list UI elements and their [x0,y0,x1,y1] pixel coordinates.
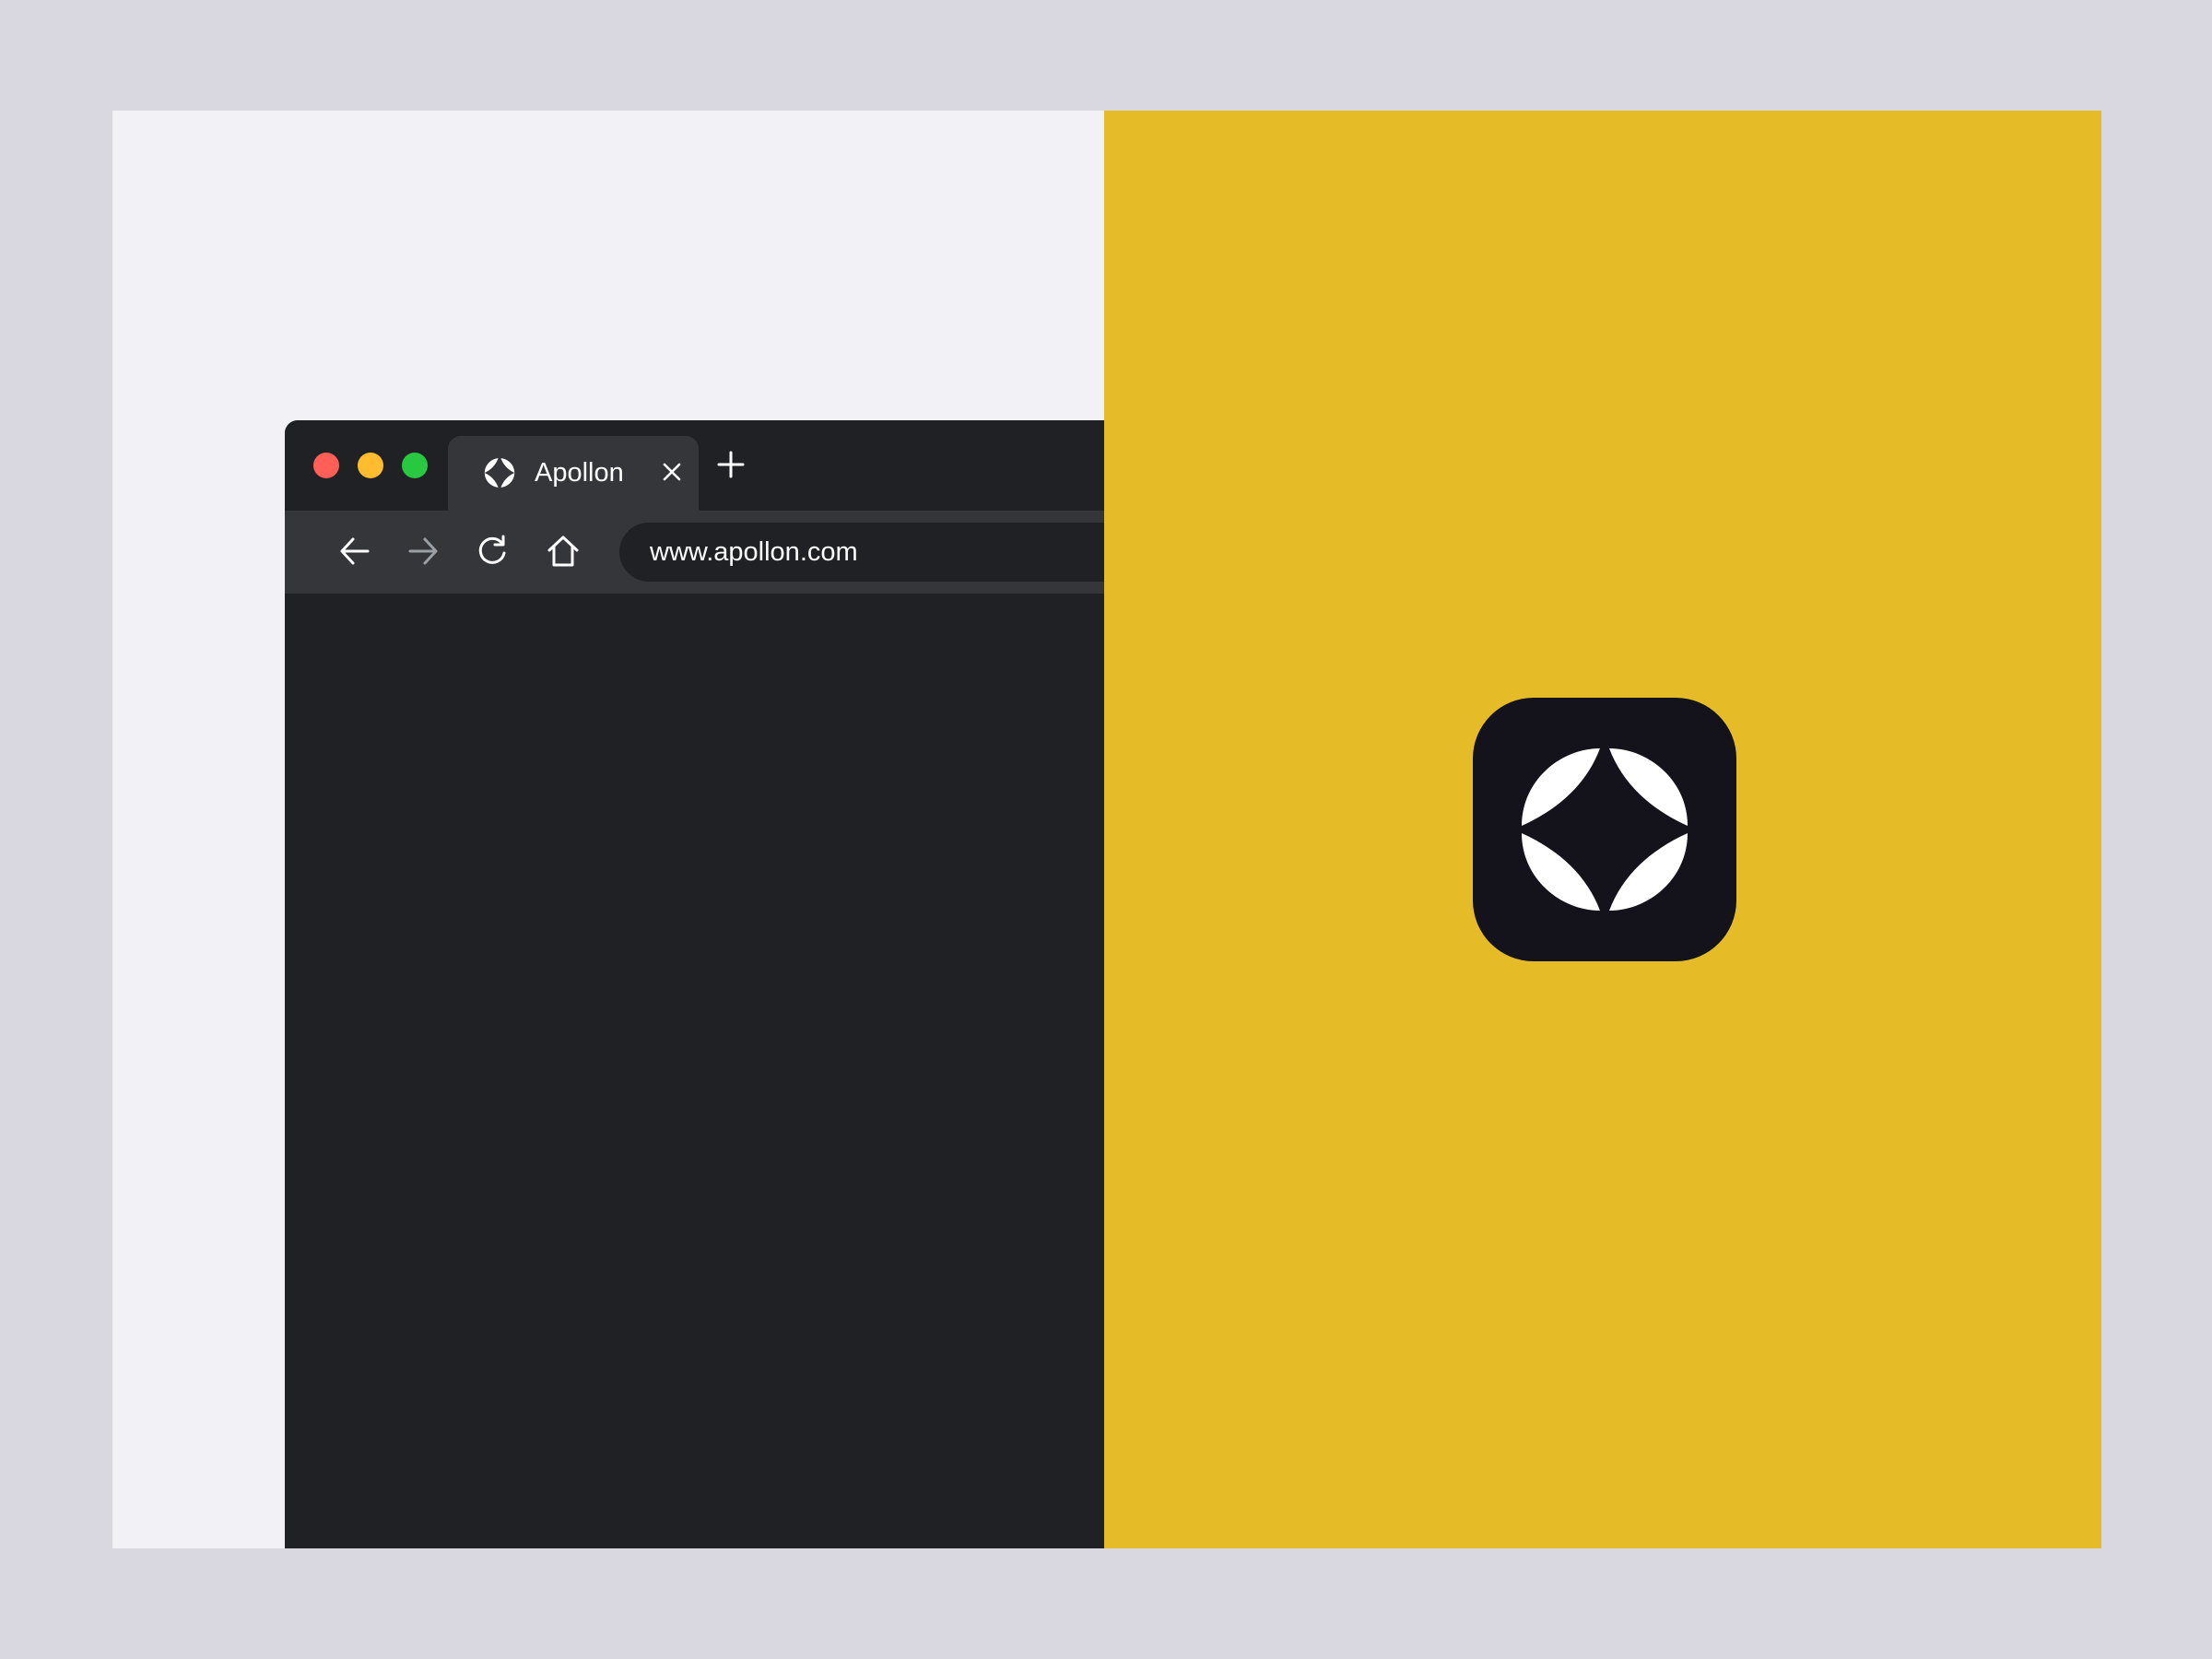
browser-tab-apollon[interactable]: Apollon [448,436,699,511]
close-window-button[interactable] [313,453,339,478]
left-panel: Apollon www.apollon.com [112,111,1104,1548]
apollon-logo-icon [484,458,515,488]
reload-icon[interactable] [472,531,512,571]
app-icon [1473,698,1736,961]
address-url: www.apollon.com [650,537,858,567]
home-icon[interactable] [543,531,583,571]
browser-window: Apollon www.apollon.com [285,420,1104,1548]
browser-toolbar: www.apollon.com [285,511,1104,594]
plus-icon[interactable] [714,448,747,481]
zoom-window-button[interactable] [402,453,428,478]
arrow-right-icon[interactable] [403,531,443,571]
browser-content [285,594,1104,1548]
right-panel [1104,111,2101,1548]
tab-title: Apollon [535,458,624,488]
close-icon[interactable] [660,460,684,484]
arrow-left-icon[interactable] [335,531,375,571]
address-bar[interactable]: www.apollon.com [619,523,1104,582]
minimize-window-button[interactable] [358,453,383,478]
browser-titlebar: Apollon [285,420,1104,511]
showcase-card: Apollon www.apollon.com [112,111,2101,1548]
apollon-logo-icon [1522,748,1688,911]
